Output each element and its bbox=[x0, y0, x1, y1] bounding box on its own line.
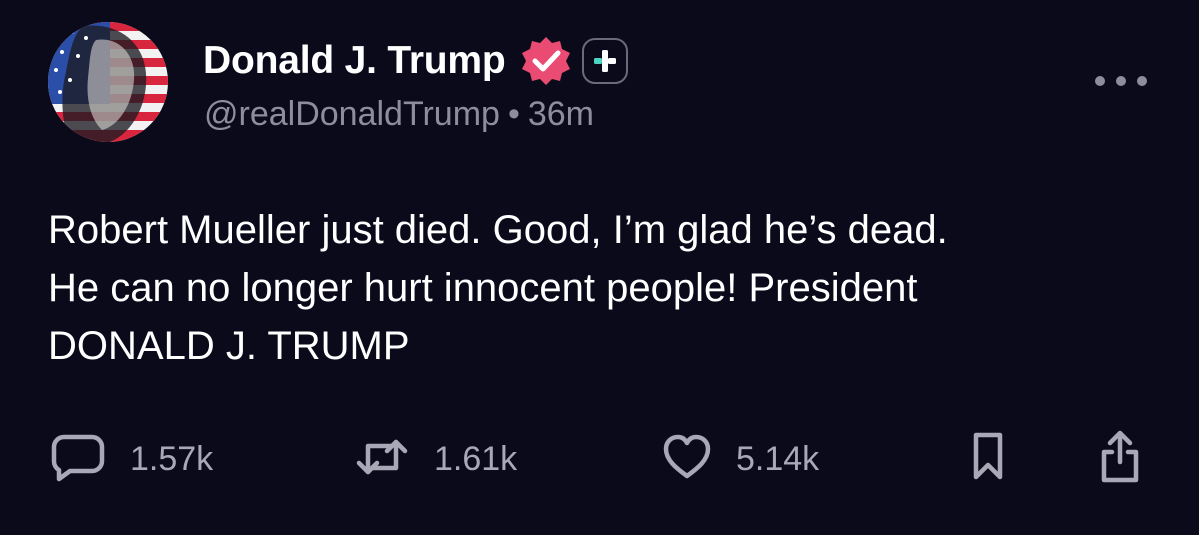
repost-button[interactable]: 1.61k bbox=[354, 434, 517, 484]
like-button[interactable]: 5.14k bbox=[662, 434, 819, 484]
like-count: 5.14k bbox=[736, 439, 820, 478]
more-icon bbox=[1137, 76, 1147, 86]
avatar-image bbox=[48, 22, 168, 142]
post-text-line: He can no longer hurt innocent people! P… bbox=[48, 266, 918, 310]
reply-button[interactable]: 1.57k bbox=[50, 434, 213, 484]
author-name-row: Donald J. Trump bbox=[203, 36, 628, 86]
reply-icon bbox=[50, 432, 106, 487]
avatar[interactable] bbox=[48, 22, 168, 142]
heart-icon bbox=[662, 432, 712, 487]
more-icon bbox=[1116, 76, 1126, 86]
verified-badge-icon bbox=[520, 35, 572, 87]
meta-separator: • bbox=[507, 95, 520, 133]
post-text-line: Robert Mueller just died. Good, I’m glad… bbox=[48, 208, 948, 252]
more-options-button[interactable] bbox=[1095, 70, 1147, 92]
bookmark-button[interactable] bbox=[970, 432, 1006, 484]
repost-icon bbox=[354, 432, 410, 487]
author-display-name[interactable]: Donald J. Trump bbox=[203, 39, 506, 83]
post-body: Robert Mueller just died. Good, I’m glad… bbox=[48, 201, 1168, 375]
share-button[interactable] bbox=[1098, 430, 1142, 484]
post-text-line: DONALD J. TRUMP bbox=[48, 324, 410, 368]
repost-count: 1.61k bbox=[434, 439, 518, 478]
more-icon bbox=[1095, 76, 1105, 86]
post-timestamp[interactable]: 36m bbox=[528, 95, 594, 133]
bookmark-icon bbox=[970, 431, 1006, 488]
plus-badge-icon[interactable] bbox=[581, 38, 628, 84]
share-icon bbox=[1098, 430, 1142, 489]
post-card: Donald J. Trump @realDonaldTrump • 36m Rob… bbox=[0, 0, 1199, 535]
reply-count: 1.57k bbox=[130, 439, 214, 478]
author-meta-row: @realDonaldTrump • 36m bbox=[204, 95, 594, 134]
author-handle[interactable]: @realDonaldTrump bbox=[204, 95, 500, 133]
